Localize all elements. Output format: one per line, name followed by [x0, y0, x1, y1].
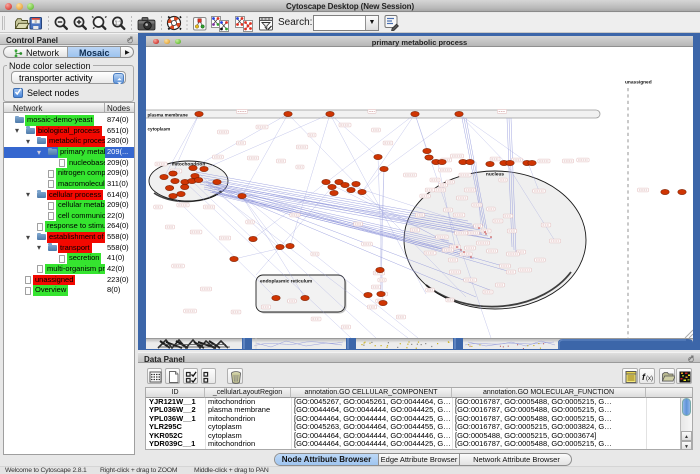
svg-text:unassigned: unassigned [625, 80, 652, 86]
svg-text:endoplasmic reticulum: endoplasmic reticulum [260, 279, 312, 285]
svg-text:cytoplasm: cytoplasm [148, 127, 171, 132]
svg-text:(x): (x) [646, 376, 653, 382]
svg-text:nucleus: nucleus [486, 172, 504, 178]
svg-text:1:1: 1:1 [115, 20, 122, 26]
svg-text:plasma membrane: plasma membrane [148, 112, 189, 117]
svg-text:mitochondrion: mitochondrion [172, 162, 206, 168]
